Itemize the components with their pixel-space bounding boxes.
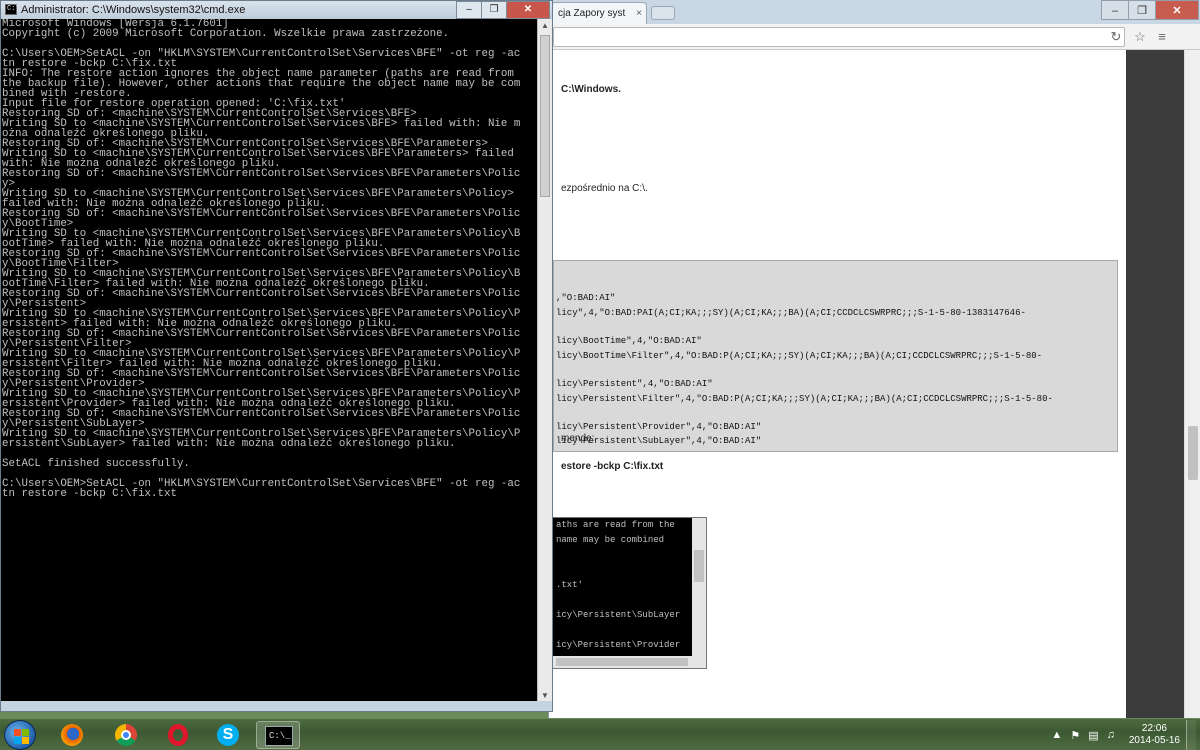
bookmark-star-icon[interactable]: ☆ [1131,28,1149,46]
article-command-text: mendę: [561,433,595,444]
browser-window: cja Zapory syst × – ❐ ✕ ↻ ☆ ≡ C:\Windows… [548,0,1200,718]
mini-console-line [556,550,561,560]
skype-icon: S [217,724,239,746]
code-line: ,"O:BAD:AI" [556,293,616,303]
console-line: SetACL finished successfully. [2,458,190,470]
close-button[interactable]: ✕ [1155,0,1199,20]
browser-titlebar: cja Zapory syst × – ❐ ✕ [549,0,1200,24]
article-command-bold: estore -bckp C:\fix.txt [561,461,664,472]
show-hidden-icons-icon[interactable]: ▲ [1051,729,1062,741]
mini-console-scrollbar [692,518,706,668]
mini-console-line [556,625,561,635]
page-content: C:\Windows. ezpośrednio na C:\. ,"O:BAD:… [549,50,1185,718]
code-line: licy\BootTime",4,"O:BAD:AI" [556,336,702,346]
browser-window-controls: – ❐ ✕ [1101,0,1199,20]
cmd-app-icon: C:\ [5,4,20,15]
mini-console-line: icy\Persistent\Provider [556,640,681,650]
code-line: licy",4,"O:BAD:PAI(A;CI;KA;;;SY)(A;CI;KA… [556,308,1026,318]
console-line: Restoring SD of: <machine\SYSTEM\Current… [2,208,521,220]
cmd-window-controls: – ❐ ✕ [456,1,550,19]
page-side-panel [1126,50,1184,718]
mini-console-line: aths are read from the [556,520,675,530]
taskbar-chrome[interactable] [104,721,148,749]
cmd-bottom-frame [1,701,552,711]
mini-console-line [556,595,561,605]
action-center-flag-icon[interactable]: ⚑ [1070,729,1080,742]
maximize-button[interactable]: ❐ [1128,0,1156,20]
code-line: licy\Persistent",4,"O:BAD:AI" [556,379,713,389]
cmd-titlebar[interactable]: C:\ Administrator: C:\Windows\system32\c… [1,1,552,19]
article-path-text: C:\Windows. [561,84,621,95]
console-line: tn restore -bckp C:\fix.txt [2,488,177,500]
mini-console-hscrollbar [552,656,706,668]
mini-console-hscroll-thumb [556,658,688,666]
minimize-button[interactable]: – [1101,0,1129,20]
address-bar[interactable] [553,27,1125,47]
system-tray: ▲ ⚑ ▤ ♫ 22:06 2014-05-16 [1051,719,1196,750]
cmd-maximize-button[interactable]: ❐ [481,1,507,19]
start-button[interactable] [4,720,36,750]
console-screenshot-image: aths are read from the name may be combi… [551,517,707,669]
mini-console-line: icy\Persistent\SubLayer [556,610,681,620]
chrome-icon [115,724,137,746]
code-line: licy\Persistent\Filter",4,"O:BAD:P(A;CI;… [556,394,1053,404]
scroll-up-icon[interactable]: ▲ [538,19,552,33]
cmd-window-title: Administrator: C:\Windows\system32\cmd.e… [21,4,246,16]
mini-console-line: .txt' [556,580,584,590]
clock-time: 22:06 [1141,723,1167,734]
reload-icon[interactable]: ↻ [1107,28,1125,46]
new-tab-button[interactable] [651,6,675,20]
cmd-scroll-thumb[interactable] [540,35,550,197]
browser-scroll-thumb[interactable] [1188,426,1198,480]
mini-console-scroll-thumb [694,550,704,582]
taskbar: S C:\_ ▲ ⚑ ▤ ♫ 22:06 2014-05-16 [0,718,1200,750]
browser-tab-title: cja Zapory syst [558,8,626,19]
mini-console-line [556,565,561,575]
article-directly-text: ezpośrednio na C:\. [561,183,648,194]
console-line: ersistent\SubLayer> failed with: Nie moż… [2,438,456,450]
taskbar-opera[interactable] [156,721,200,749]
code-block: ,"O:BAD:AI" licy",4,"O:BAD:PAI(A;CI;KA;;… [553,260,1118,452]
firefox-icon [61,724,83,746]
browser-scrollbar[interactable] [1184,50,1200,718]
code-line: licy\Persistent\Provider",4,"O:BAD:AI" [556,422,762,432]
mini-console-line: name may be combined [556,535,665,545]
taskbar-cmd[interactable]: C:\_ [256,721,300,749]
cmd-window: C:\ Administrator: C:\Windows\system32\c… [0,0,553,712]
clock-date: 2014-05-16 [1128,735,1180,746]
volume-icon[interactable]: ♫ [1107,729,1115,741]
taskbar-firefox[interactable] [50,721,94,749]
windows-logo-icon [14,729,29,744]
console-line: Restoring SD of: <machine\SYSTEM\Current… [2,168,521,180]
cmd-minimize-button[interactable]: – [456,1,482,19]
taskbar-skype[interactable]: S [206,721,250,749]
console-line: Copyright (c) 2009 Microsoft Corporation… [2,28,450,40]
tab-close-icon[interactable]: × [636,8,642,19]
code-line: licy\BootTime\Filter",4,"O:BAD:P(A;CI;KA… [556,351,1043,361]
menu-icon[interactable]: ≡ [1153,28,1171,46]
cmd-console-output[interactable]: Microsoft Windows [Wersja 6.1.7601] Copyr… [1,19,537,703]
browser-toolbar: ↻ ☆ ≡ [549,24,1200,50]
cmd-icon: C:\_ [265,726,293,746]
show-desktop-button[interactable] [1186,720,1196,750]
clock[interactable]: 22:06 2014-05-16 [1129,723,1180,747]
cmd-close-button[interactable]: ✕ [506,1,550,19]
network-icon[interactable]: ▤ [1088,729,1098,742]
opera-icon [168,724,188,746]
browser-tab[interactable]: cja Zapory syst × [551,2,647,24]
cmd-scrollbar[interactable]: ▲ ▼ [537,19,552,703]
